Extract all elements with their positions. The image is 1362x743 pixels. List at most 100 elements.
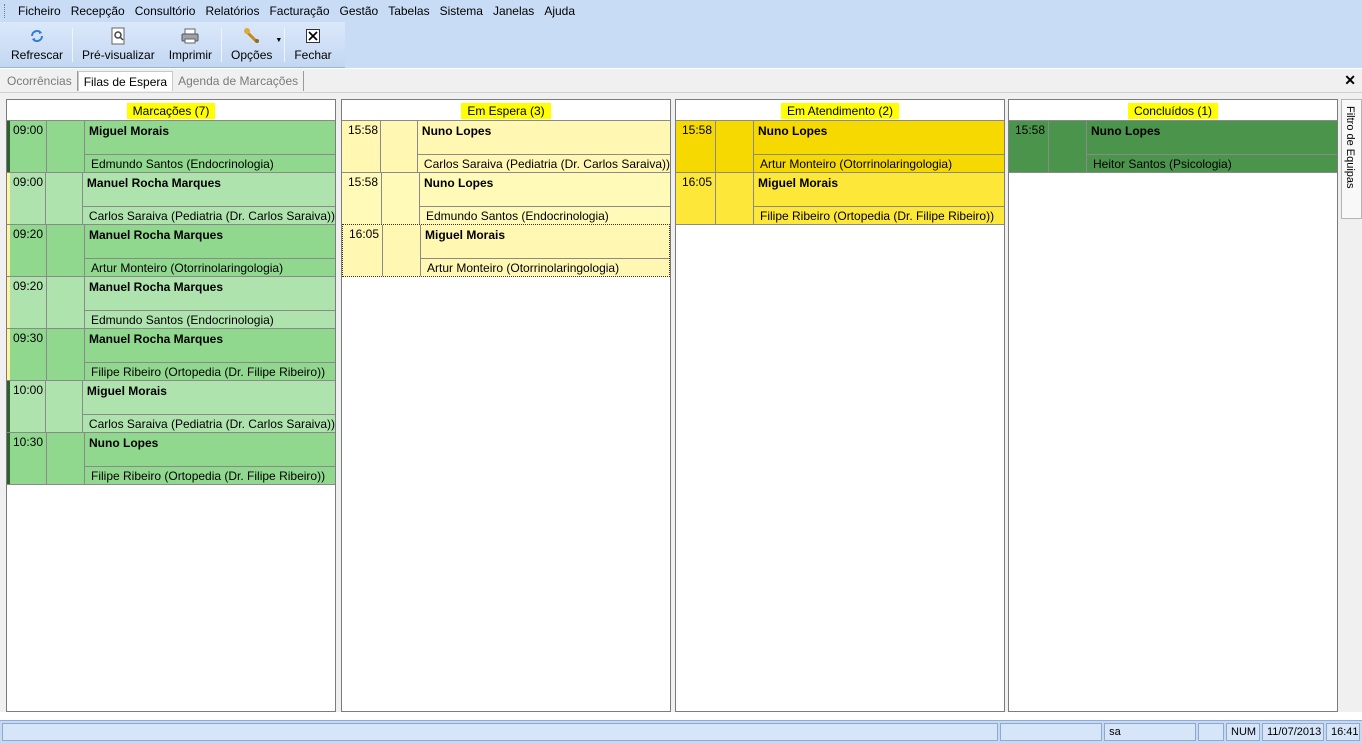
- menu-ficheiro[interactable]: Ficheiro: [13, 1, 66, 21]
- close-icon: [303, 27, 323, 45]
- card-time: 09:00: [7, 173, 47, 224]
- status-message: [2, 723, 999, 741]
- column-em-espera: Em Espera (3) 15:58 Nuno Lopes Carlos Sar…: [341, 99, 671, 712]
- card-patient: Nuno Lopes: [754, 121, 1004, 155]
- card-spacer: [381, 121, 418, 172]
- team-filter-label: Filtro de Equipas: [1344, 106, 1356, 189]
- card-doctor: Filipe Ribeiro (Ortopedia (Dr. Filipe Ri…: [91, 469, 326, 483]
- column-title: Concluídos (1): [1127, 102, 1219, 119]
- queue-card[interactable]: 10:00 Miguel Morais Carlos Saraiva (Pedia…: [7, 380, 335, 433]
- preview-button[interactable]: Pré-visualizar: [75, 22, 162, 62]
- card-patient: Manuel Rocha Marques: [85, 329, 335, 363]
- menu-facturacao[interactable]: Facturação: [264, 1, 334, 21]
- column-concluidos: Concluídos (1) 15:58 Nuno Lopes Heitor Sa…: [1008, 99, 1338, 712]
- card-doctor: Edmundo Santos (Endocrinologia): [91, 157, 274, 171]
- card-time: 16:05: [343, 225, 383, 276]
- card-patient: Miguel Morais: [754, 173, 1004, 207]
- team-filter-panel-tab[interactable]: Filtro de Equipas: [1341, 99, 1362, 219]
- menu-ajuda[interactable]: Ajuda: [539, 1, 580, 21]
- card-time: 15:58: [1009, 121, 1049, 172]
- queue-card[interactable]: 09:20 Manuel Rocha Marques Artur Monteiro…: [7, 224, 335, 277]
- tab-agenda-de-marcacoes[interactable]: Agenda de Marcações: [173, 70, 305, 91]
- queue-board: Marcações (7) 09:00 Miguel Morais Edmundo…: [0, 93, 1362, 712]
- card-patient: Nuno Lopes: [85, 433, 335, 467]
- status-date: 11/07/2013: [1262, 723, 1324, 741]
- card-time: 15:58: [342, 173, 382, 224]
- card-spacer: [46, 381, 83, 432]
- print-button[interactable]: Imprimir: [162, 22, 219, 62]
- column-header: Em Espera (3): [342, 100, 670, 121]
- card-spacer: [47, 433, 85, 484]
- queue-card[interactable]: 09:00 Manuel Rocha Marques Carlos Saraiva…: [7, 172, 335, 225]
- card-doctor: Filipe Ribeiro (Ortopedia (Dr. Filipe Ri…: [91, 365, 326, 379]
- menu-tabelas[interactable]: Tabelas: [383, 1, 434, 21]
- card-patient: Miguel Morais: [82, 381, 335, 415]
- card-patient: Manuel Rocha Marques: [85, 225, 335, 259]
- queue-card[interactable]: 15:58 Nuno Lopes Artur Monteiro (Otorrino…: [676, 120, 1004, 173]
- card-time: 09:20: [7, 225, 47, 276]
- menu-gestao[interactable]: Gestão: [335, 1, 384, 21]
- options-button[interactable]: Opções: [224, 22, 279, 62]
- card-doctor: Edmundo Santos (Endocrinologia): [426, 209, 609, 223]
- card-doctor: Carlos Saraiva (Pediatria (Dr. Carlos Sa…: [423, 157, 670, 171]
- card-patient: Miguel Morais: [421, 225, 669, 259]
- queue-card[interactable]: 15:58 Nuno Lopes Edmundo Santos (Endocrin…: [342, 172, 670, 225]
- card-spacer: [46, 173, 83, 224]
- print-preview-icon: [108, 27, 128, 45]
- queue-card[interactable]: 09:30 Manuel Rocha Marques Filipe Ribeiro…: [7, 328, 335, 381]
- menu-consultorio[interactable]: Consultório: [130, 1, 201, 21]
- column-header: Marcações (7): [7, 100, 335, 121]
- status-user: sa: [1104, 723, 1197, 741]
- queue-card[interactable]: 15:58 Nuno Lopes Heitor Santos (Psicologi…: [1009, 120, 1337, 173]
- toolstrip-background: [345, 22, 1362, 68]
- menu-relatorios[interactable]: Relatórios: [200, 1, 264, 21]
- close-tab-icon[interactable]: ✕: [1344, 72, 1356, 89]
- card-doctor: Edmundo Santos (Endocrinologia): [91, 313, 274, 327]
- queue-card[interactable]: 10:30 Nuno Lopes Filipe Ribeiro (Ortopedi…: [7, 432, 335, 485]
- status-panel: [1000, 723, 1103, 741]
- card-doctor: Filipe Ribeiro (Ortopedia (Dr. Filipe Ri…: [760, 209, 995, 223]
- toolbar-separator: [284, 28, 286, 62]
- wrench-icon: [242, 27, 262, 45]
- column-marcacoes: Marcações (7) 09:00 Miguel Morais Edmundo…: [6, 99, 336, 712]
- column-title: Marcações (7): [126, 102, 216, 119]
- menu-janelas[interactable]: Janelas: [488, 1, 539, 21]
- card-spacer: [47, 277, 85, 328]
- toolbar-separator: [221, 28, 223, 62]
- card-indicator: [7, 329, 10, 380]
- preview-label: Pré-visualizar: [82, 48, 155, 62]
- queue-card[interactable]: 09:20 Manuel Rocha Marques Edmundo Santos…: [7, 276, 335, 329]
- status-time: 16:41: [1326, 723, 1360, 741]
- column-title: Em Espera (3): [461, 102, 551, 119]
- card-doctor: Heitor Santos (Psicologia): [1093, 157, 1232, 171]
- menu-sistema[interactable]: Sistema: [435, 1, 488, 21]
- queue-card-selected[interactable]: 16:05 Miguel Morais Artur Monteiro (Otorr…: [342, 224, 670, 277]
- card-doctor: Artur Monteiro (Otorrinolaringologia): [427, 261, 620, 275]
- card-patient: Manuel Rocha Marques: [82, 173, 335, 207]
- card-time: 09:30: [7, 329, 47, 380]
- print-label: Imprimir: [168, 48, 213, 62]
- card-patient: Miguel Morais: [85, 121, 335, 155]
- card-doctor: Artur Monteiro (Otorrinolaringologia): [760, 157, 953, 171]
- card-patient: Nuno Lopes: [417, 121, 670, 155]
- card-indicator: [7, 225, 10, 276]
- toolbar-separator: [72, 28, 74, 62]
- tab-ocorrencias[interactable]: Ocorrências: [2, 70, 78, 91]
- refresh-button[interactable]: Refrescar: [4, 22, 70, 62]
- column-header: Concluídos (1): [1009, 100, 1337, 121]
- card-time: 10:30: [7, 433, 47, 484]
- card-spacer: [383, 225, 421, 276]
- close-label: Fechar: [294, 48, 332, 62]
- card-time: 09:00: [7, 121, 47, 172]
- refresh-label: Refrescar: [11, 48, 64, 62]
- options-dropdown-icon[interactable]: ▼: [275, 37, 282, 44]
- queue-card[interactable]: 15:58 Nuno Lopes Carlos Saraiva (Pediatri…: [342, 120, 670, 173]
- menu-bar: Ficheiro Recepção Consultório Relatórios…: [0, 0, 1362, 22]
- close-button[interactable]: Fechar: [287, 22, 338, 62]
- tab-filas-de-espera[interactable]: Filas de Espera: [77, 70, 174, 91]
- menu-recepcao[interactable]: Recepção: [66, 1, 130, 21]
- card-spacer: [47, 225, 85, 276]
- queue-card[interactable]: 16:05 Miguel Morais Filipe Ribeiro (Ortop…: [676, 172, 1004, 225]
- card-time: 16:05: [676, 173, 716, 224]
- queue-card[interactable]: 09:00 Miguel Morais Edmundo Santos (Endoc…: [7, 120, 335, 173]
